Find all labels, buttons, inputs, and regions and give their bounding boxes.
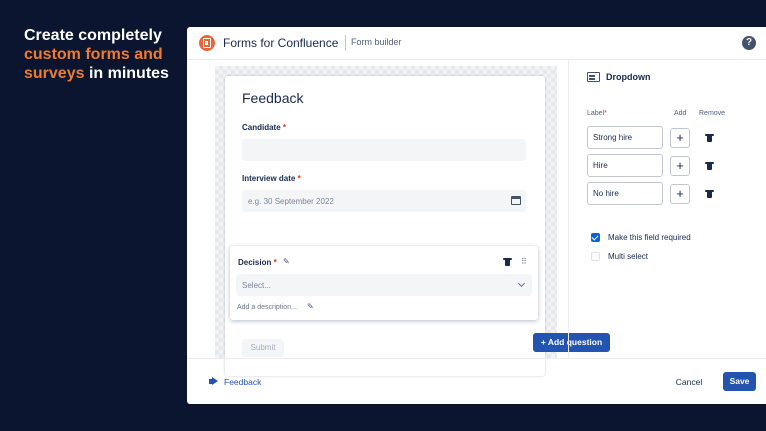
title-bar: Forms for Confluence Form builder ?	[187, 27, 766, 60]
save-button[interactable]: Save	[723, 372, 756, 391]
required-marker: *	[282, 123, 287, 132]
headline-line-2: custom forms and	[24, 46, 163, 63]
remove-option-trash-icon[interactable]	[705, 134, 714, 142]
interview-date-input[interactable]: e.g. 30 September 2022	[242, 190, 526, 212]
app-title: Forms for Confluence	[223, 36, 339, 50]
submit-button[interactable]: Submit	[242, 339, 284, 357]
feedback-link[interactable]: Feedback	[224, 377, 261, 387]
decision-label: Decision *	[238, 258, 277, 267]
add-option-button[interactable]: +	[670, 156, 690, 176]
title-divider	[345, 35, 346, 51]
required-marker: *	[297, 174, 301, 183]
help-icon[interactable]: ?	[742, 36, 756, 50]
add-option-button[interactable]: +	[670, 184, 690, 204]
field-settings-panel: Dropdown Label* Add Remove Strong hire +…	[568, 60, 766, 358]
footer-bar: Feedback Cancel Save	[187, 358, 766, 404]
headline-line-3: surveys in minutes	[24, 64, 184, 83]
required-marker: *	[604, 110, 607, 117]
plus-icon: +	[540, 337, 546, 347]
required-marker: *	[273, 258, 277, 267]
add-column-header: Add	[674, 110, 687, 117]
calendar-icon[interactable]	[511, 196, 521, 205]
form-title[interactable]: Feedback	[242, 90, 303, 106]
marketing-headline: Create completely custom forms and surve…	[24, 26, 184, 83]
date-placeholder: e.g. 30 September 2022	[248, 197, 334, 206]
required-checkbox[interactable]	[591, 233, 600, 242]
select-placeholder: Select...	[242, 281, 271, 290]
forms-logo-icon	[199, 35, 215, 51]
option-input[interactable]: Hire	[587, 154, 663, 177]
panel-title: Dropdown	[606, 72, 651, 82]
label-column-text: Label	[587, 110, 605, 117]
interview-date-label: Interview date *	[242, 174, 301, 183]
candidate-input[interactable]	[242, 139, 526, 161]
multi-select-checkbox[interactable]	[591, 252, 600, 261]
chevron-down-icon	[517, 279, 526, 288]
remove-option-trash-icon[interactable]	[705, 162, 714, 170]
headline-accent-word: surveys	[24, 65, 85, 82]
megaphone-icon[interactable]	[209, 377, 220, 386]
option-input[interactable]: Strong hire	[587, 126, 663, 149]
decision-label-text: Decision	[238, 258, 272, 267]
headline-line-3-rest: in minutes	[84, 65, 169, 82]
cancel-button[interactable]: Cancel	[669, 373, 709, 391]
dropdown-field-icon	[587, 72, 600, 82]
multi-select-checkbox-label[interactable]: Multi select	[608, 252, 648, 261]
headline-line-1: Create completely	[24, 27, 162, 44]
app-window: Forms for Confluence Form builder ? Feed…	[187, 27, 766, 404]
drag-handle-icon[interactable]: ⠿	[521, 258, 527, 266]
app-subtitle: Form builder	[351, 37, 402, 47]
delete-question-trash-icon[interactable]	[503, 258, 512, 266]
add-description-link[interactable]: Add a description...	[237, 304, 297, 311]
candidate-label: Candidate *	[242, 123, 286, 132]
option-input[interactable]: No hire	[587, 182, 663, 205]
remove-option-trash-icon[interactable]	[705, 190, 714, 198]
candidate-label-text: Candidate	[242, 123, 281, 132]
decision-question-card[interactable]: Decision * ✎ ⠿ Select... Add a descripti…	[230, 246, 538, 320]
remove-column-header: Remove	[699, 110, 726, 117]
required-checkbox-label[interactable]: Make this field required	[608, 233, 691, 242]
decision-select[interactable]: Select...	[236, 274, 532, 296]
interview-date-label-text: Interview date	[242, 174, 296, 183]
edit-label-pencil-icon[interactable]: ✎	[283, 258, 291, 266]
edit-description-pencil-icon[interactable]: ✎	[307, 303, 315, 311]
form-card: Feedback Candidate * Interview date * e.…	[225, 76, 545, 376]
add-option-button[interactable]: +	[670, 128, 690, 148]
label-column-header: Label*	[587, 110, 607, 117]
